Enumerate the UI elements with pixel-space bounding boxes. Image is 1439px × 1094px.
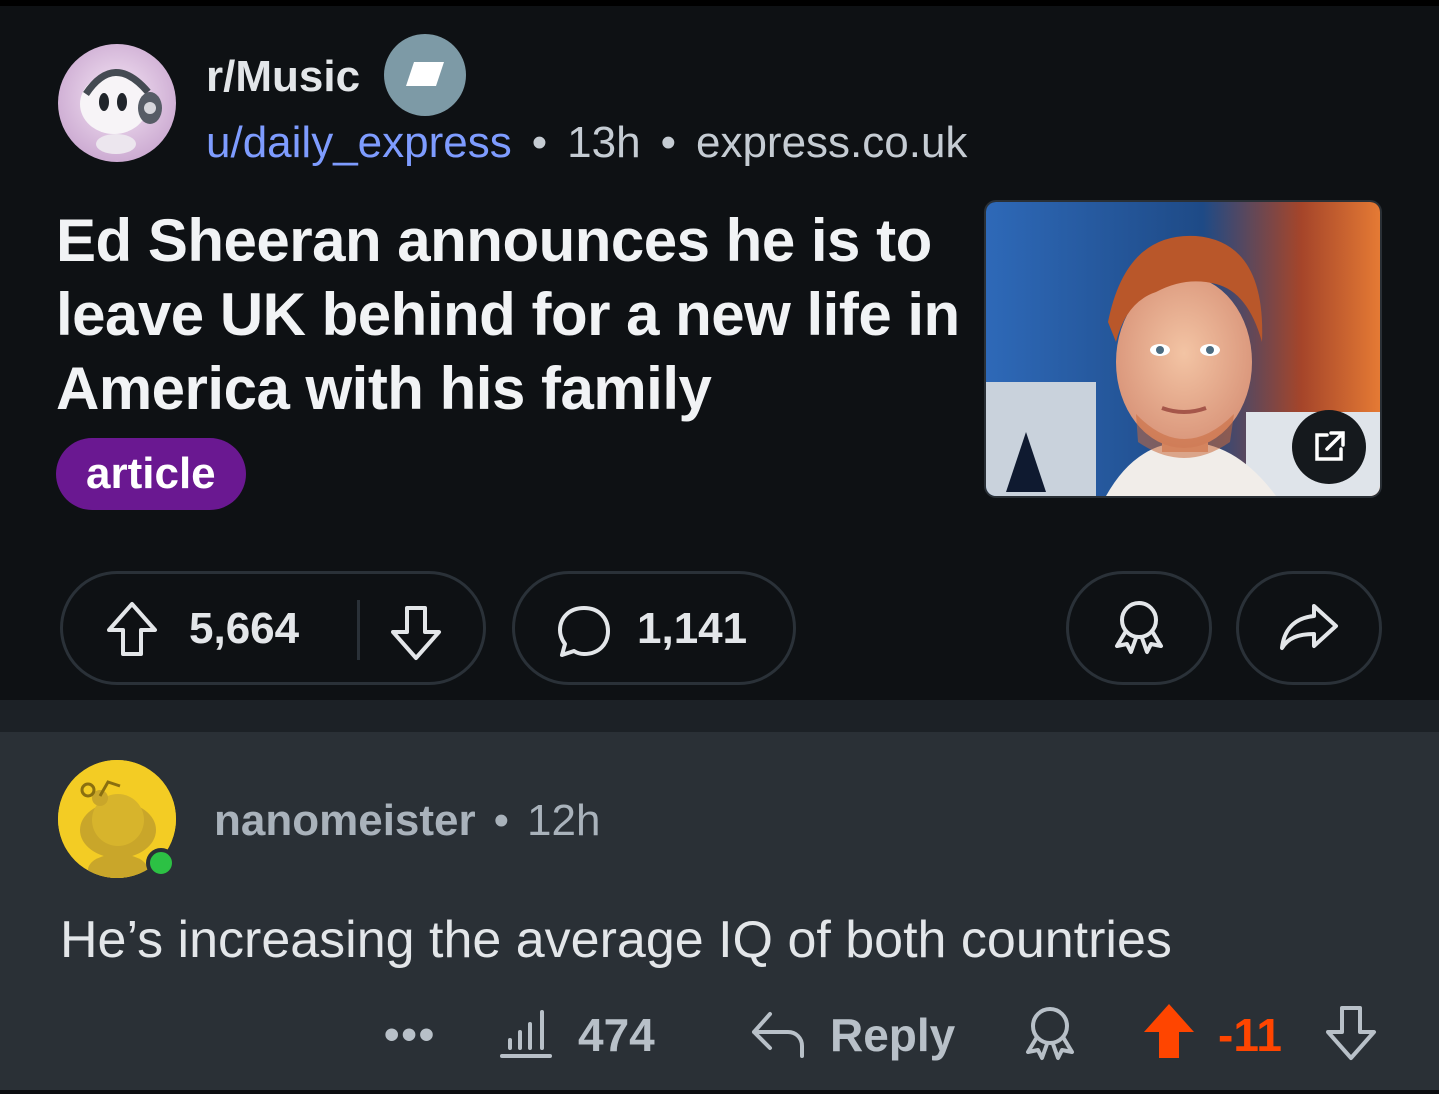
upvote-icon[interactable]	[1140, 1000, 1198, 1067]
subreddit-name[interactable]: r/Music	[206, 52, 360, 102]
moderator-icon	[384, 34, 466, 116]
comment-icon	[555, 602, 613, 665]
post-age: 13h	[567, 118, 641, 167]
meta-separator: •	[531, 118, 548, 167]
meta-separator: •	[660, 118, 676, 167]
comment-actions: ••• 474 Reply -11	[0, 996, 1439, 1076]
insights-icon[interactable]	[498, 1006, 554, 1067]
downvote-icon[interactable]	[387, 602, 445, 669]
post-domain[interactable]: express.co.uk	[696, 118, 967, 168]
post-card: r/Music u/daily_express • 13h • express.…	[0, 0, 1439, 700]
comment-meta: nanomeister • 12h	[214, 796, 600, 846]
comment-score: -11	[1218, 1009, 1282, 1061]
share-button[interactable]	[1236, 571, 1382, 685]
vote-divider	[357, 600, 360, 660]
post-score: 5,664	[189, 604, 300, 653]
upvote-icon[interactable]	[103, 598, 161, 665]
award-button[interactable]	[1066, 571, 1212, 685]
meta-separator: •	[493, 796, 510, 845]
comment-age: 12h	[527, 796, 601, 845]
section-separator	[0, 700, 1439, 732]
external-link-icon[interactable]	[1292, 410, 1366, 484]
post-title[interactable]: Ed Sheeran announces he is to leave UK b…	[56, 204, 966, 426]
post-flair[interactable]: article	[56, 438, 246, 510]
online-status-indicator	[146, 848, 176, 878]
share-icon	[1278, 598, 1340, 659]
comments-button[interactable]: 1,141	[512, 571, 796, 685]
award-icon[interactable]	[1020, 1002, 1080, 1069]
comment-author[interactable]: nanomeister	[214, 796, 476, 846]
bottom-edge	[0, 1090, 1439, 1094]
comment-insights-count: 474	[578, 1009, 655, 1061]
downvote-icon[interactable]	[1322, 1002, 1380, 1069]
award-icon	[1109, 596, 1169, 661]
post-author[interactable]: u/daily_express	[206, 118, 512, 168]
vote-bar: 5,664	[60, 571, 486, 685]
reply-button[interactable]: Reply	[830, 1008, 955, 1062]
more-icon[interactable]: •••	[384, 1010, 436, 1060]
reply-icon[interactable]	[748, 1004, 808, 1069]
comment-count: 1,141	[637, 604, 748, 653]
link-thumbnail[interactable]	[984, 200, 1382, 498]
post-meta: u/daily_express • 13h • express.co.uk	[206, 118, 967, 168]
comment-body: He’s increasing the average IQ of both c…	[60, 911, 1172, 969]
subreddit-avatar[interactable]	[58, 44, 176, 162]
